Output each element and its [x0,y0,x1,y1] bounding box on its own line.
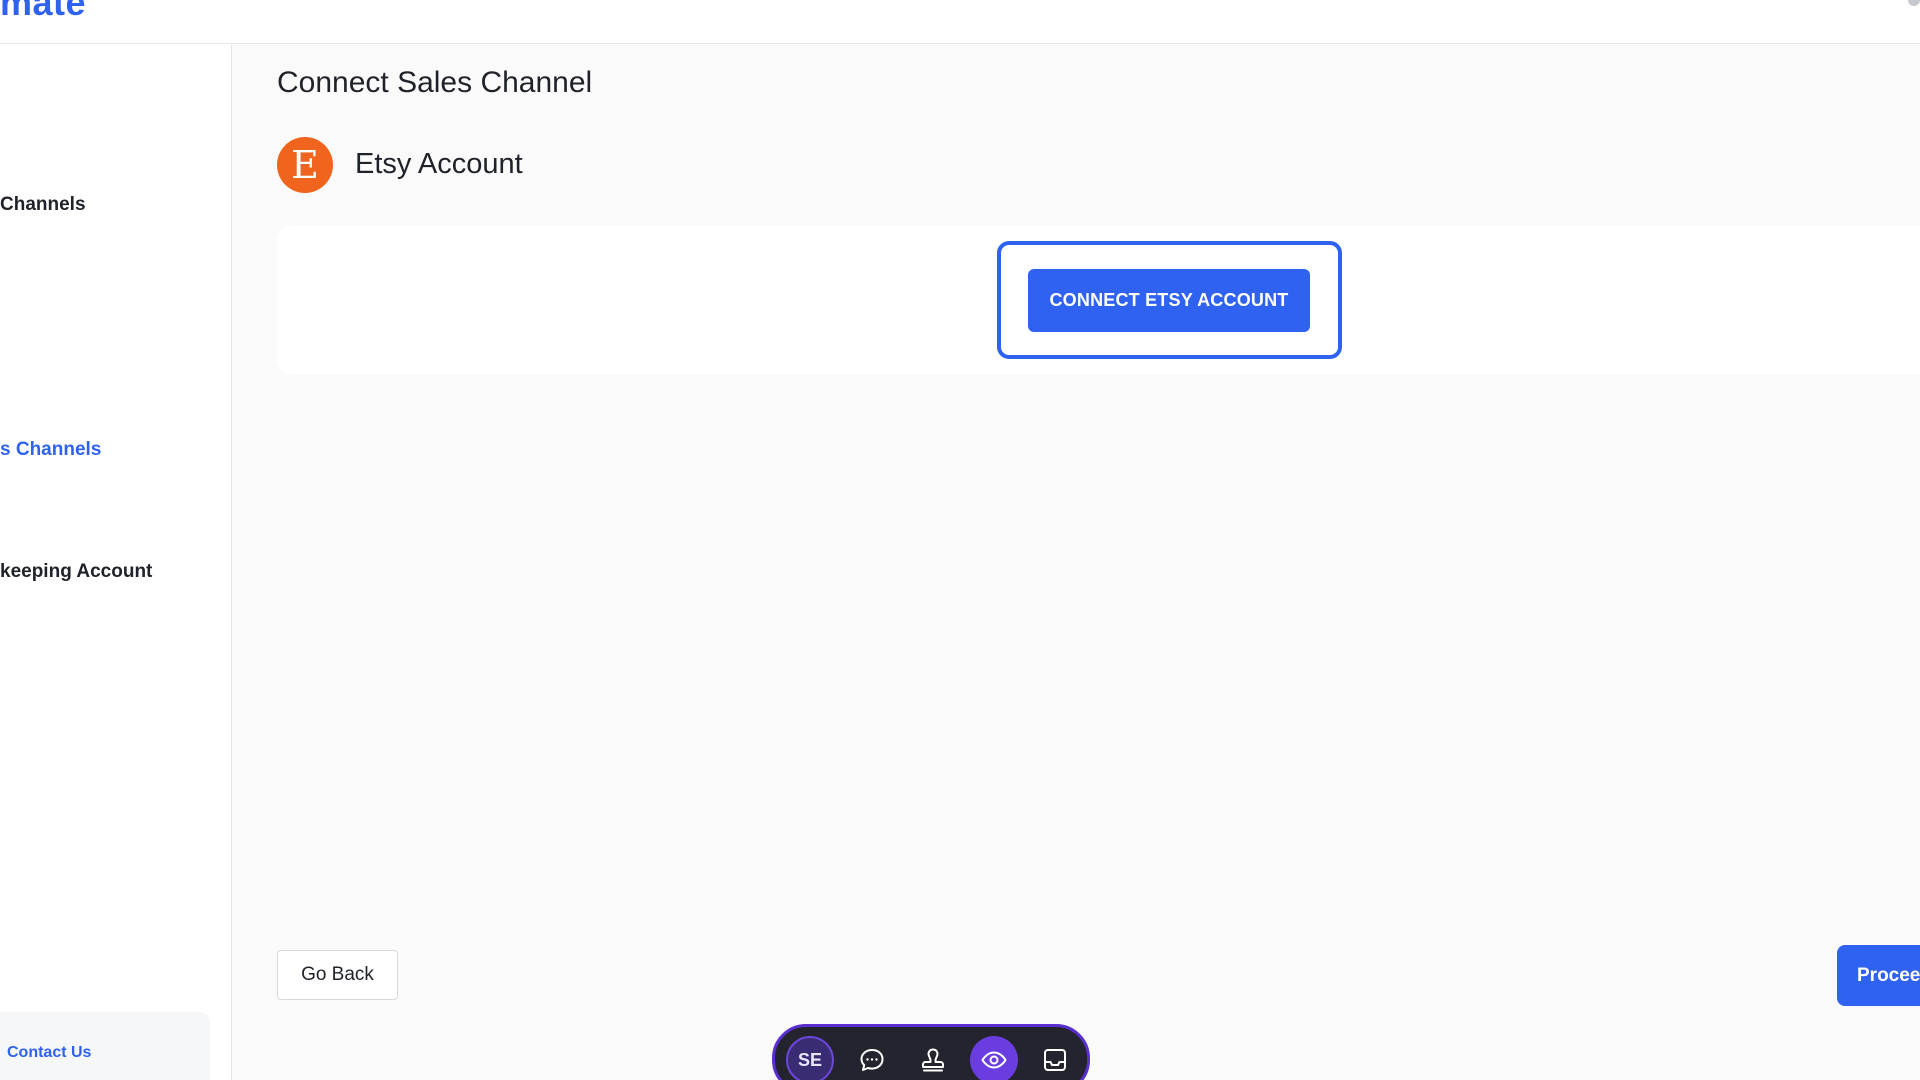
avatar[interactable]: SE [786,1036,834,1080]
connect-etsy-account-button[interactable]: CONNECT ETSY ACCOUNT [1028,269,1310,332]
user-menu-icon[interactable] [1908,0,1920,6]
etsy-logo-icon: E [277,137,333,193]
proceed-button[interactable]: Proceed [1837,945,1920,1006]
contact-us-link[interactable]: Contact Us [7,1044,91,1062]
chat-bubble-icon[interactable] [848,1036,896,1080]
account-label: Etsy Account [355,148,523,180]
go-back-button[interactable]: Go Back [277,950,398,1000]
eye-icon[interactable] [970,1036,1018,1080]
sidebar-item-channels[interactable]: Channels [0,194,86,216]
floating-toolbar: SE [772,1024,1090,1080]
inbox-icon[interactable] [1031,1036,1079,1080]
stamp-icon[interactable] [909,1036,957,1080]
page-title: Connect Sales Channel [277,66,593,99]
top-bar: mate [0,0,1920,44]
etsy-logo-letter: E [291,143,319,187]
sidebar-item-sales-channels[interactable]: s Channels [0,439,101,461]
brand-logo[interactable]: mate [0,0,86,24]
sidebar-item-bookkeeping-account[interactable]: keeping Account [0,561,152,583]
